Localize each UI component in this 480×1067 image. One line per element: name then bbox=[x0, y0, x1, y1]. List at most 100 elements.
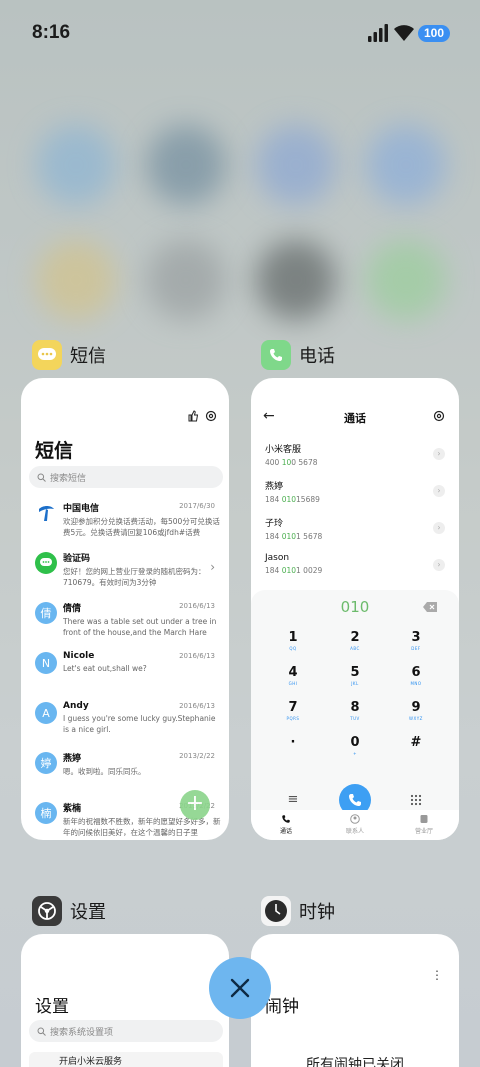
recent-card-clock[interactable]: ⋮ 闹钟 所有闹钟已关闭 bbox=[251, 934, 459, 1067]
settings-search-input[interactable]: 搜索系统设置项 bbox=[29, 1020, 223, 1042]
search-icon bbox=[37, 473, 46, 482]
dial-key[interactable]: 6 MNO bbox=[396, 665, 436, 687]
dial-key[interactable]: 3 DEF bbox=[396, 630, 436, 652]
dial-key[interactable]: 9 WXYZ bbox=[396, 700, 436, 722]
thread-preview: I guess you're some lucky guy.Stephanie … bbox=[63, 714, 216, 734]
message-thread-item[interactable]: N Nicole 2016/6/13 Let's eat out,shall we? bbox=[21, 646, 229, 696]
contact-suggestion[interactable]: 子玲 184 0101 5678 › bbox=[265, 516, 445, 548]
message-thread-item[interactable]: 倩倩倩 2016/6/13 There was a table set out un… bbox=[21, 596, 229, 646]
thread-date: 2016/6/13 bbox=[179, 652, 215, 660]
dial-key-digit: 0 bbox=[350, 735, 360, 750]
dial-key[interactable]: · bbox=[273, 735, 313, 757]
dialpad-grid-icon[interactable] bbox=[396, 791, 436, 810]
status-time: 8:16 bbox=[32, 22, 71, 43]
contact-number: 184 0101 5678 bbox=[265, 532, 445, 541]
recent-card-messages[interactable]: 短信 搜索短信 中国电信 2017/6/30 欢迎参加积分兑换话费活动，每500分可… bbox=[21, 378, 229, 840]
nav-label-contacts: 联系人 bbox=[345, 828, 364, 835]
alarm-status-message: 所有闹钟已关闭 bbox=[306, 1057, 404, 1067]
thread-avatar bbox=[35, 502, 57, 524]
message-thread-item[interactable]: A Andy 2016/6/13 I guess you're some lucky … bbox=[21, 696, 229, 746]
clear-all-button[interactable] bbox=[209, 957, 271, 1019]
recent-card-settings[interactable]: 设置 搜索系统设置项 开启小米云服务 bbox=[21, 934, 229, 1067]
dial-key[interactable]: 2 ABC bbox=[335, 630, 375, 652]
number-part: 184 bbox=[265, 495, 282, 504]
app-header-messages[interactable]: 短信 bbox=[32, 338, 106, 372]
dial-key-digit: 7 bbox=[288, 700, 298, 715]
nav-tab-contacts[interactable]: 联系人 bbox=[330, 814, 380, 835]
nav-label-calls: 通话 bbox=[279, 828, 292, 835]
phone-title: 通话 bbox=[344, 412, 366, 425]
menu-icon[interactable]: ≡ bbox=[273, 792, 313, 807]
app-header-settings[interactable]: 设置 bbox=[32, 894, 106, 928]
dial-key-digit: 5 bbox=[350, 665, 360, 680]
backspace-icon[interactable] bbox=[423, 602, 437, 612]
phone-bottom-nav: 通话 联系人 营业厅 bbox=[251, 810, 459, 840]
chevron-right-icon[interactable]: › bbox=[433, 485, 445, 497]
number-part: 400 bbox=[265, 458, 282, 467]
dial-key-letters: + bbox=[353, 751, 357, 756]
settings-row-cloud[interactable]: 开启小米云服务 bbox=[29, 1052, 223, 1067]
app-name-phone: 电话 bbox=[299, 346, 335, 367]
nav-tab-store[interactable]: 营业厅 bbox=[399, 814, 449, 835]
dial-key[interactable]: 4 GHI bbox=[273, 665, 313, 687]
phone-app-icon bbox=[261, 340, 291, 370]
dial-key[interactable]: 7 PQRS bbox=[273, 700, 313, 722]
thread-avatar: 婷 bbox=[35, 752, 57, 774]
contact-suggestion[interactable]: Jason 184 0101 0029 › bbox=[265, 553, 445, 585]
dial-key-digit: 8 bbox=[350, 700, 360, 715]
thread-preview: There was a table set out under a tree i… bbox=[63, 617, 217, 637]
contact-name: 子玲 bbox=[265, 519, 284, 529]
messages-toolbar bbox=[187, 410, 217, 422]
messages-search-input[interactable]: 搜索短信 bbox=[29, 466, 223, 488]
phone-icon bbox=[282, 815, 290, 823]
contact-suggestion[interactable]: 小米客服 400 100 5678 › bbox=[265, 442, 445, 474]
search-icon bbox=[37, 1027, 46, 1036]
phone-call-icon bbox=[349, 794, 361, 806]
contacts-icon bbox=[350, 814, 360, 824]
thread-preview: 欢迎参加积分兑换话费活动，每500分可兑换话费5元。兑换话费请回复106或jfd… bbox=[63, 517, 220, 537]
dial-key-digit: 1 bbox=[288, 630, 298, 645]
message-thread-item[interactable]: 婷燕婷 2013/2/22 嗯。收到啦。同乐同乐。 bbox=[21, 746, 229, 796]
contact-name: 燕婷 bbox=[265, 482, 284, 492]
dial-key[interactable]: 1 QQ bbox=[273, 630, 313, 652]
thumb-icon[interactable] bbox=[187, 410, 199, 422]
chevron-right-icon: › bbox=[210, 560, 215, 574]
message-thread-item[interactable]: 中国电信 2017/6/30 欢迎参加积分兑换话费活动，每500分可兑换话费5元。兑… bbox=[21, 496, 229, 546]
number-highlight: 010 bbox=[281, 495, 297, 504]
more-options-icon[interactable]: ⋮ bbox=[431, 968, 443, 982]
dial-key-digit: · bbox=[290, 735, 296, 750]
chevron-right-icon[interactable]: › bbox=[433, 559, 445, 571]
thread-date: 2016/6/13 bbox=[179, 602, 215, 610]
chevron-right-icon[interactable]: › bbox=[433, 522, 445, 534]
thread-avatar: 楠 bbox=[35, 802, 57, 824]
settings-app-icon bbox=[32, 896, 62, 926]
settings-gear-icon[interactable] bbox=[205, 410, 217, 422]
dial-key-digit: 4 bbox=[288, 665, 298, 680]
app-header-clock[interactable]: 时钟 bbox=[261, 894, 335, 928]
settings-gear-icon[interactable] bbox=[433, 410, 445, 422]
number-highlight: 010 bbox=[281, 566, 297, 575]
messages-thread-list: 中国电信 2017/6/30 欢迎参加积分兑换话费活动，每500分可兑换话费5元。兑… bbox=[21, 496, 229, 840]
app-header-phone[interactable]: 电话 bbox=[261, 338, 335, 372]
dial-key-letters: DEF bbox=[411, 646, 421, 651]
dial-key-letters: WXYZ bbox=[409, 716, 423, 721]
store-icon bbox=[420, 815, 428, 823]
dial-key[interactable]: 0 + bbox=[335, 735, 375, 757]
message-thread-item[interactable]: 验证码 › 您好！您的网上营业厅登录的随机密码为：710679。有效时间为3分钟 bbox=[21, 546, 229, 596]
dial-key-digit: 6 bbox=[411, 665, 421, 680]
chevron-right-icon[interactable]: › bbox=[433, 448, 445, 460]
thread-date: 2016/6/13 bbox=[179, 702, 215, 710]
contact-number: 184 0101 0029 bbox=[265, 566, 445, 575]
dial-key[interactable]: 8 TUV bbox=[335, 700, 375, 722]
nav-tab-calls[interactable]: 通话 bbox=[261, 814, 311, 835]
contact-suggestion[interactable]: 燕婷 184 01015689 › bbox=[265, 479, 445, 511]
new-message-button[interactable]: + bbox=[180, 790, 210, 820]
clock-title: 闹钟 bbox=[265, 997, 299, 1017]
recent-card-phone[interactable]: ← 通话 小米客服 400 100 5678 › 燕婷 184 01015689 › 子玲 1… bbox=[251, 378, 459, 840]
dial-key[interactable]: 5 JKL bbox=[335, 665, 375, 687]
dial-key[interactable]: # bbox=[396, 735, 436, 757]
settings-title: 设置 bbox=[35, 997, 69, 1017]
app-name-messages: 短信 bbox=[70, 346, 106, 367]
thread-avatar: A bbox=[35, 702, 57, 724]
number-part: 1 5678 bbox=[296, 532, 323, 541]
